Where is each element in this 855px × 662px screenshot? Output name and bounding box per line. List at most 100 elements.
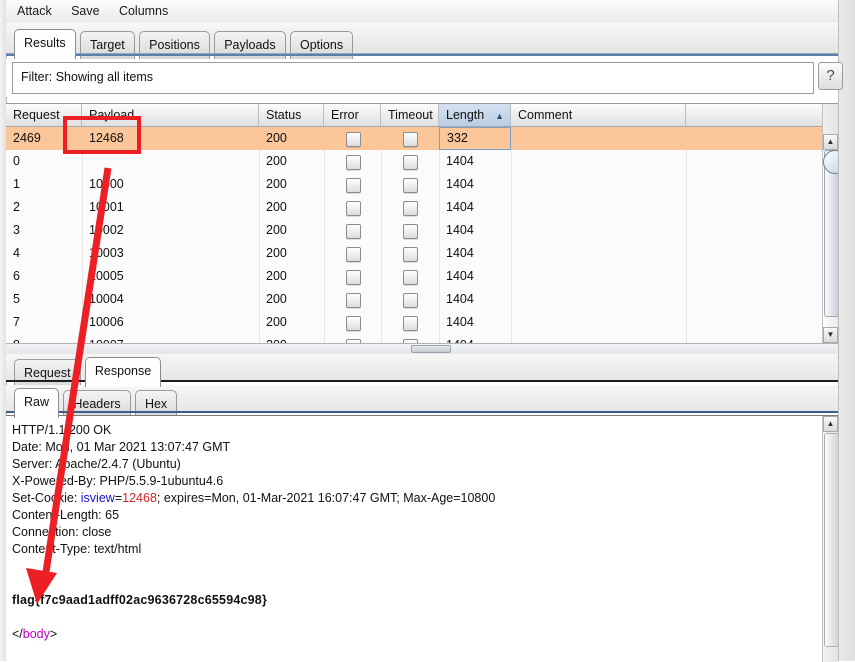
column-header-status[interactable]: Status bbox=[259, 104, 324, 126]
cell-timeout-checkbox[interactable] bbox=[403, 178, 418, 193]
cell-timeout-checkbox[interactable] bbox=[403, 247, 418, 262]
response-scrollbar[interactable]: ▲ bbox=[822, 416, 838, 662]
cell-payload: 10003 bbox=[89, 246, 124, 260]
cell-timeout-checkbox[interactable] bbox=[403, 316, 418, 331]
tab-response[interactable]: Response bbox=[84, 357, 162, 387]
tag-name: body bbox=[22, 627, 50, 641]
tab-hex[interactable]: Hex bbox=[134, 390, 178, 418]
response-panel: HTTP/1.1 200 OK Date: Mon, 01 Mar 2021 1… bbox=[6, 415, 838, 662]
column-header-payload[interactable]: Payload bbox=[82, 104, 259, 126]
table-row[interactable]: 7 10006 200 1404 bbox=[6, 311, 824, 334]
scroll-up-icon[interactable]: ▲ bbox=[823, 134, 838, 150]
cell-status: 200 bbox=[266, 154, 287, 168]
column-header-request[interactable]: Request bbox=[6, 104, 82, 126]
cell-timeout-checkbox[interactable] bbox=[403, 201, 418, 216]
panel-splitter[interactable] bbox=[6, 343, 838, 354]
cell-length: 1404 bbox=[446, 269, 474, 283]
splitter-grip[interactable] bbox=[411, 345, 451, 353]
cell-error-checkbox[interactable] bbox=[346, 201, 361, 216]
cell-request: 3 bbox=[13, 223, 20, 237]
table-header-row: Request Payload Status Error Timeout Len… bbox=[6, 104, 824, 127]
tab-underline bbox=[6, 54, 838, 56]
scrollbar-thumb[interactable] bbox=[824, 150, 838, 317]
table-row[interactable]: 0 200 1404 bbox=[6, 150, 824, 173]
column-header-filler bbox=[686, 104, 824, 126]
tag-open-bracket: </ bbox=[12, 627, 23, 641]
menu-item-save[interactable]: Save bbox=[64, 0, 107, 22]
cell-error-checkbox[interactable] bbox=[346, 316, 361, 331]
table-row[interactable]: 2 10001 200 1404 bbox=[6, 196, 824, 219]
tab-headers[interactable]: Headers bbox=[63, 390, 131, 418]
cell-request: 6 bbox=[13, 269, 20, 283]
cell-length: 1404 bbox=[446, 223, 474, 237]
cell-error-checkbox[interactable] bbox=[346, 132, 361, 147]
cell-timeout-checkbox[interactable] bbox=[403, 270, 418, 285]
cell-error-checkbox[interactable] bbox=[346, 224, 361, 239]
cell-status: 200 bbox=[266, 292, 287, 306]
view-tab-strip: Raw Headers Hex bbox=[6, 385, 838, 418]
cell-payload: 10006 bbox=[89, 315, 124, 329]
cell-comment bbox=[511, 219, 686, 242]
filter-text: Filter: Showing all items bbox=[21, 70, 153, 84]
cell-length: 332 bbox=[439, 127, 511, 150]
scroll-down-icon[interactable]: ▼ bbox=[823, 327, 838, 343]
column-header-length[interactable]: Length ▲ bbox=[439, 104, 511, 126]
cell-error-checkbox[interactable] bbox=[346, 178, 361, 193]
cell-request: 5 bbox=[13, 292, 20, 306]
cell-error-checkbox[interactable] bbox=[346, 293, 361, 308]
table-row[interactable]: 3 10002 200 1404 bbox=[6, 219, 824, 242]
column-header-error[interactable]: Error bbox=[324, 104, 381, 126]
response-line: Content-Type: text/html bbox=[12, 542, 142, 556]
response-line-set-cookie: Set-Cookie: isview=12468; expires=Mon, 0… bbox=[12, 490, 818, 507]
tag-close-bracket: > bbox=[49, 627, 58, 641]
help-icon[interactable]: ? bbox=[818, 62, 843, 90]
tab-raw[interactable]: Raw bbox=[14, 388, 60, 418]
table-row[interactable]: 2469 12468 200 332 bbox=[6, 127, 824, 150]
cell-status: 200 bbox=[266, 315, 287, 329]
response-line: Content-Length: 65 bbox=[12, 508, 120, 522]
cell-request: 0 bbox=[13, 154, 20, 168]
cell-comment bbox=[511, 173, 686, 196]
cell-error-checkbox[interactable] bbox=[346, 270, 361, 285]
table-row[interactable]: 1 10000 200 1404 bbox=[6, 173, 824, 196]
menu-item-attack[interactable]: Attack bbox=[10, 0, 59, 22]
cell-payload: 10005 bbox=[89, 269, 124, 283]
table-row[interactable]: 4 10003 200 1404 bbox=[6, 242, 824, 265]
tab-results[interactable]: Results bbox=[14, 29, 76, 59]
table-row[interactable]: 6 10005 200 1404 bbox=[6, 265, 824, 288]
cell-length: 1404 bbox=[446, 292, 474, 306]
cell-error-checkbox[interactable] bbox=[346, 155, 361, 170]
column-header-comment[interactable]: Comment bbox=[511, 104, 686, 126]
cell-payload: 12468 bbox=[89, 131, 124, 145]
response-line: Server: Apache/2.4.7 (Ubuntu) bbox=[12, 457, 181, 471]
response-line: X-Powered-By: PHP/5.5.9-1ubuntu4.6 bbox=[12, 474, 224, 488]
filter-field[interactable]: Filter: Showing all items bbox=[12, 62, 814, 94]
cell-comment bbox=[511, 265, 686, 288]
table-row[interactable]: 5 10004 200 1404 bbox=[6, 288, 824, 311]
cell-comment bbox=[511, 150, 686, 173]
response-line: Date: Mon, 01 Mar 2021 13:07:47 GMT bbox=[12, 440, 231, 454]
scrollbar-thumb[interactable] bbox=[824, 433, 838, 647]
view-tab-underline bbox=[6, 411, 838, 413]
cell-request: 4 bbox=[13, 246, 20, 260]
menu-bar: Attack Save Columns bbox=[6, 0, 838, 23]
cell-timeout-checkbox[interactable] bbox=[403, 155, 418, 170]
response-raw-text[interactable]: HTTP/1.1 200 OK Date: Mon, 01 Mar 2021 1… bbox=[6, 416, 818, 662]
cell-payload: 10004 bbox=[89, 292, 124, 306]
cell-timeout-checkbox[interactable] bbox=[403, 293, 418, 308]
scroll-up-icon[interactable]: ▲ bbox=[823, 416, 838, 432]
results-table-scrollbar[interactable]: ▲ ▼ bbox=[822, 104, 838, 343]
cell-timeout-checkbox[interactable] bbox=[403, 224, 418, 239]
tab-request[interactable]: Request bbox=[14, 359, 81, 387]
cell-comment bbox=[511, 196, 686, 219]
menu-item-columns[interactable]: Columns bbox=[112, 0, 175, 22]
cell-request: 2 bbox=[13, 200, 20, 214]
cell-length: 1404 bbox=[446, 246, 474, 260]
cell-status: 200 bbox=[266, 223, 287, 237]
cell-payload: 10000 bbox=[89, 177, 124, 191]
cell-status: 200 bbox=[266, 269, 287, 283]
cell-error-checkbox[interactable] bbox=[346, 247, 361, 262]
cell-timeout-checkbox[interactable] bbox=[403, 132, 418, 147]
sort-ascending-icon: ▲ bbox=[495, 111, 504, 121]
column-header-timeout[interactable]: Timeout bbox=[381, 104, 439, 126]
